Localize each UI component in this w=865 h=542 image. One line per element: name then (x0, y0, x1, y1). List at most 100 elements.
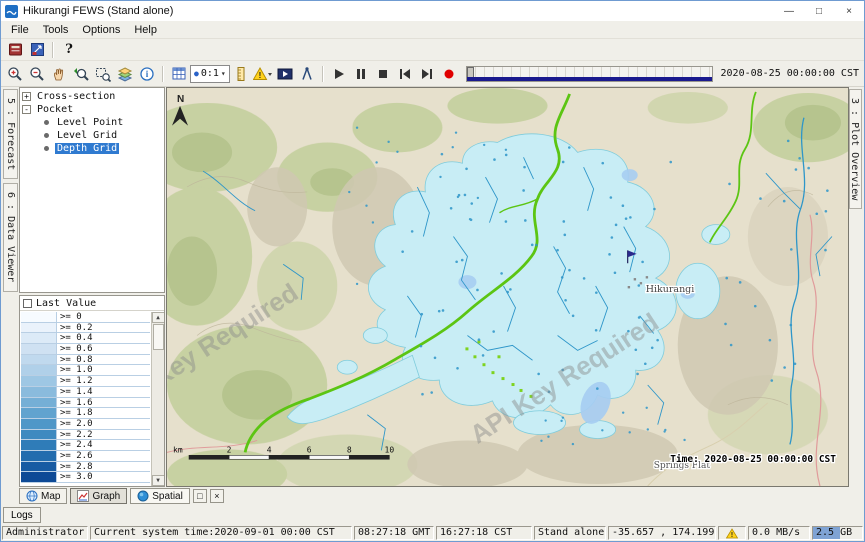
panel-close-button[interactable]: × (210, 489, 224, 503)
legend-panel: Last Value >= 0>= 0.2>= 0.4>= 0.6>= 0.8>… (19, 295, 165, 487)
archive-database-button[interactable] (4, 40, 26, 60)
close-button[interactable]: × (834, 1, 864, 21)
tree-node[interactable]: -Pocket (22, 103, 162, 116)
menu-bar: File Tools Options Help (1, 21, 864, 39)
interval-dot-icon: ● (194, 69, 199, 78)
tab-data-viewer[interactable]: 6 : Data Viewer (3, 183, 18, 291)
play-button[interactable] (328, 64, 350, 84)
toolbar-separator (162, 66, 164, 82)
legend-label: >= 2.0 (57, 419, 93, 429)
chart-icon (77, 490, 89, 502)
interval-combobox[interactable]: ● 0:1 ▾ (190, 65, 230, 83)
legend-label: >= 0.4 (57, 333, 93, 343)
tree-node-label: Cross-section (35, 91, 117, 102)
profile-ruler-button[interactable] (230, 64, 252, 84)
legend-swatch (21, 408, 57, 418)
svg-text:km: km (173, 445, 183, 454)
tree-node-label: Level Point (55, 117, 125, 128)
legend-label: >= 1.8 (57, 408, 93, 418)
svg-text:6: 6 (307, 445, 312, 454)
legend-row: >= 1.4 (21, 387, 150, 398)
status-warning-indicator[interactable]: ! (718, 526, 746, 540)
scroll-down-icon[interactable]: ▼ (152, 475, 165, 486)
menu-file[interactable]: File (4, 23, 36, 37)
svg-text:10: 10 (385, 445, 395, 454)
zoom-in-button[interactable] (4, 64, 26, 84)
minimize-button[interactable]: — (774, 1, 804, 21)
time-slider-thumb[interactable] (467, 67, 474, 81)
window-title: Hikurangi FEWS (Stand alone) (23, 5, 173, 17)
legend-row: >= 0.2 (21, 323, 150, 334)
status-user: Administrator (2, 526, 88, 540)
warnings-dropdown-button[interactable]: ! (252, 64, 274, 84)
tab-map[interactable]: Map (19, 488, 67, 504)
info-button[interactable]: i (136, 64, 158, 84)
legend-row: >= 3.0 (21, 472, 150, 483)
map-view[interactable]: API Key Required API Key Required Hikura… (166, 87, 849, 487)
animation-export-button[interactable] (274, 64, 296, 84)
previous-step-button[interactable] (394, 64, 416, 84)
status-bar: Administrator Current system time:2020-0… (1, 525, 864, 541)
time-slider[interactable] (466, 66, 713, 82)
menu-help[interactable]: Help (127, 23, 164, 37)
legend-swatch (21, 323, 57, 333)
tree-node-label: Level Grid (55, 130, 119, 141)
tree-collapse-icon[interactable]: - (22, 105, 31, 114)
tree-node-label: Depth Grid (55, 143, 119, 154)
map-label-hikurangi: Hikurangi (646, 284, 695, 295)
tree-leaf-icon (44, 146, 49, 151)
legend-label: >= 2.6 (57, 451, 93, 461)
tab-plot-overview[interactable]: 3 : Plot Overview (849, 89, 862, 209)
panel-maximize-button[interactable]: □ (193, 489, 207, 503)
tab-spatial[interactable]: Spatial (130, 488, 190, 504)
legend-row: >= 0.4 (21, 333, 150, 344)
legend-row: >= 1.8 (21, 408, 150, 419)
main-area: 5 : Forecast 6 : Data Viewer + Cross-sect… (1, 87, 864, 487)
tab-forecast[interactable]: 5 : Forecast (3, 89, 18, 179)
tree-node[interactable]: Level Grid (22, 129, 162, 142)
legend-label: >= 1.0 (57, 365, 93, 375)
toolbar-separator (322, 66, 324, 82)
menu-tools[interactable]: Tools (36, 23, 76, 37)
pause-button[interactable] (350, 64, 372, 84)
tree: + Cross-section-PocketLevel Point Level Gr… (19, 87, 165, 293)
window-buttons: — □ × (774, 1, 864, 21)
tree-leaf-icon (44, 133, 49, 138)
menu-options[interactable]: Options (75, 23, 127, 37)
tree-node[interactable]: Level Point (22, 116, 162, 129)
title-bar[interactable]: Hikurangi FEWS (Stand alone) — □ × (1, 1, 864, 21)
tree-node[interactable]: Depth Grid (22, 142, 162, 155)
legend-row: >= 0.6 (21, 344, 150, 355)
last-value-checkbox[interactable] (23, 299, 32, 308)
logs-button[interactable]: Logs (3, 507, 41, 523)
next-step-button[interactable] (416, 64, 438, 84)
stop-button[interactable] (372, 64, 394, 84)
status-mode: Stand alone (534, 526, 606, 540)
zoom-rectangle-button[interactable] (92, 64, 114, 84)
maximize-button[interactable]: □ (804, 1, 834, 21)
legend-label: >= 0.6 (57, 344, 93, 354)
help-button[interactable]: ? (58, 40, 80, 60)
legend-row: >= 2.4 (21, 440, 150, 451)
import-export-button[interactable] (26, 40, 48, 60)
tab-graph[interactable]: Graph (70, 488, 127, 504)
legend-scrollbar[interactable]: ▲ ▼ (151, 312, 164, 486)
legend-swatch (21, 344, 57, 354)
map-canvas[interactable]: API Key Required API Key Required Hikura… (167, 88, 848, 486)
previous-zoom-button[interactable] (70, 64, 92, 84)
grid-display-button[interactable] (168, 64, 190, 84)
zoom-out-button[interactable] (26, 64, 48, 84)
tree-node[interactable]: + Cross-section (22, 90, 162, 103)
chevron-down-icon: ▾ (221, 69, 226, 78)
scrollbar-thumb[interactable] (153, 324, 164, 350)
tree-expand-icon[interactable]: + (22, 92, 31, 101)
warning-triangle-icon: ! (726, 528, 738, 539)
record-button[interactable] (438, 64, 460, 84)
scroll-up-icon[interactable]: ▲ (152, 312, 165, 323)
layers-button[interactable] (114, 64, 136, 84)
last-value-label: Last Value (36, 298, 96, 309)
measure-button[interactable] (296, 64, 318, 84)
legend-swatch (21, 365, 57, 375)
left-panel: + Cross-section-PocketLevel Point Level Gr… (18, 87, 166, 487)
pan-hand-button[interactable] (48, 64, 70, 84)
